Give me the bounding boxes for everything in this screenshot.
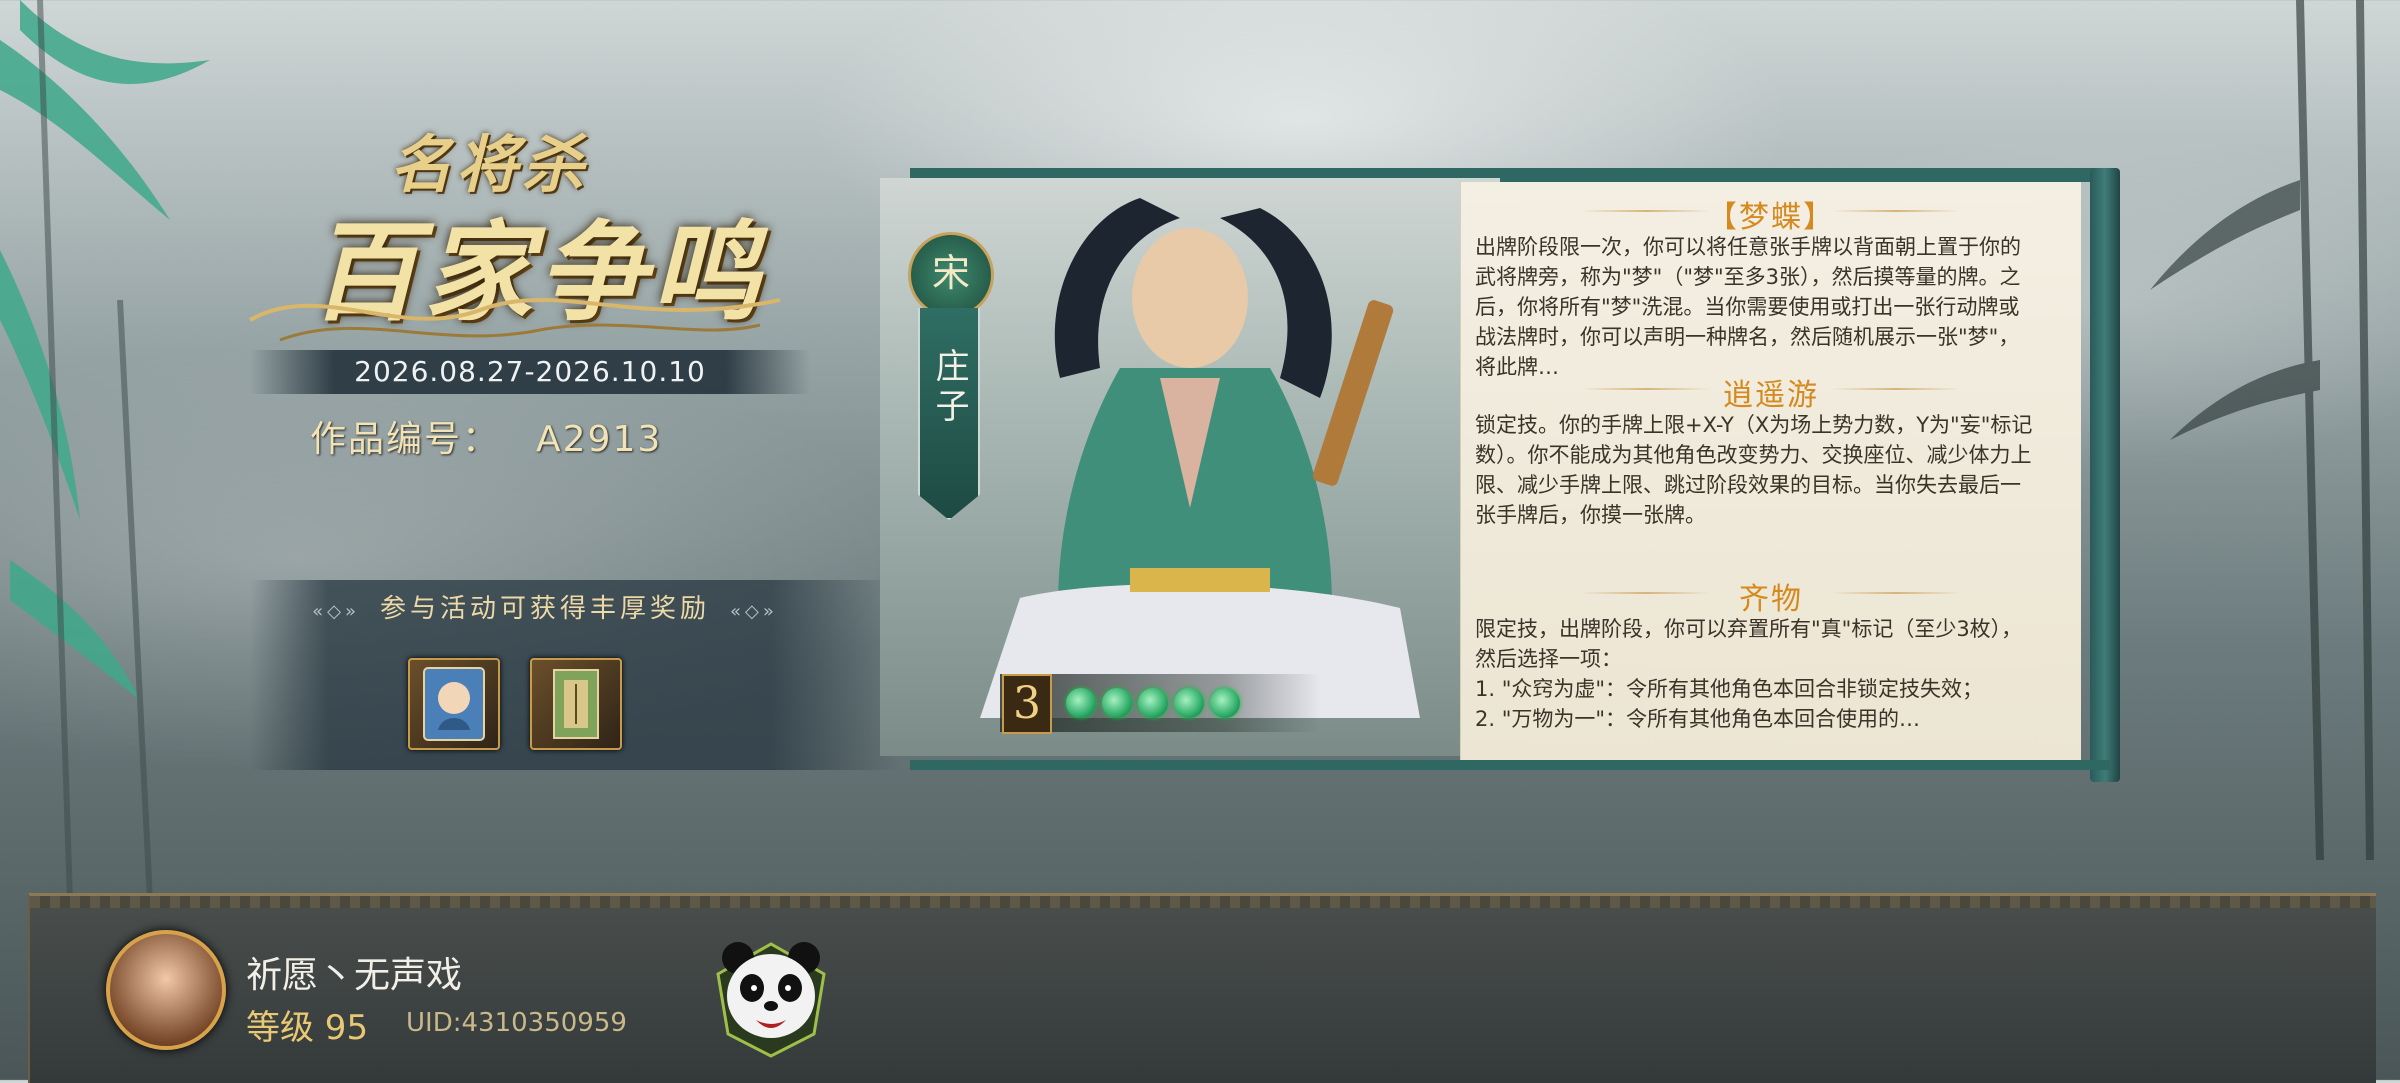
- faction-badge: 宋: [908, 232, 994, 318]
- skill-body-3: 限定技，出牌阶段，你可以弃置所有"真"标记（至少3枚），然后选择一项： 1. "…: [1475, 617, 2023, 731]
- work-id-row: 作品编号： A2913: [310, 410, 662, 462]
- right-ornament-icon: «◇»: [730, 601, 778, 622]
- reward-character-card[interactable]: [408, 658, 500, 750]
- player-avatar[interactable]: [106, 930, 226, 1050]
- event-date-range: 2026.08.27-2026.10.10: [250, 350, 810, 394]
- reward-title: 参与活动可获得丰厚奖励: [379, 594, 710, 624]
- hp-value: 3: [1002, 674, 1052, 734]
- scroll-icon: [553, 669, 599, 739]
- bar-pattern: [30, 896, 2376, 908]
- skill-body-1: 出牌阶段限一次，你可以将任意张手牌以背面朝上置于你的武将牌旁，称为"梦"（"梦"…: [1475, 235, 2021, 379]
- work-id-value: A2913: [536, 419, 663, 460]
- skill-title-1: 【梦蝶】: [1707, 200, 1835, 235]
- jade-icon: [1138, 688, 1168, 718]
- reward-scroll-item[interactable]: [530, 658, 622, 750]
- skill-description-panel: 【梦蝶】 出牌阶段限一次，你可以将任意张手牌以背面朝上置于你的武将牌旁，称为"梦…: [1460, 182, 2081, 760]
- player-uid: UID:4310350959: [406, 1008, 627, 1038]
- reward-title-row: «◇» 参与活动可获得丰厚奖励 «◇»: [250, 588, 840, 625]
- card-bottom-frame: [910, 760, 2110, 770]
- jade-icon: [1066, 688, 1096, 718]
- character-card[interactable]: 宋 庄子 3 【梦蝶】 出牌阶段限一次，你可以将任意张手牌以背面朝上置于你的武将…: [880, 168, 2140, 782]
- work-id-label: 作品编号：: [310, 419, 501, 460]
- name-banner: 庄子: [918, 308, 980, 520]
- event-logo: 名将杀 百家争鸣: [230, 110, 850, 350]
- logo-cloud-swirl: [249, 298, 781, 342]
- skill-body-2: 锁定技。你的手牌上限+X-Y（X为场上势力数，Y为"妄"标记数）。你不能成为其他…: [1475, 413, 2033, 527]
- player-info-bar: 祈愿丶无声戏 等级 95 UID:4310350959: [28, 893, 2376, 1083]
- scroll-roller: [2090, 168, 2120, 782]
- jade-icon: [1210, 688, 1240, 718]
- character-card-icon: [423, 667, 485, 741]
- player-level: 等级 95: [246, 1008, 369, 1048]
- player-name: 祈愿丶无声戏: [246, 955, 463, 996]
- skill-title-2: 逍遥游: [1723, 378, 1819, 413]
- left-ornament-icon: «◇»: [312, 601, 360, 622]
- character-portrait: 宋 庄子 3: [880, 178, 1500, 756]
- reward-panel: «◇» 参与活动可获得丰厚奖励 «◇»: [250, 580, 900, 770]
- jade-icon: [1102, 688, 1132, 718]
- jade-icon: [1174, 688, 1204, 718]
- panda-emblem-icon[interactable]: [708, 924, 834, 1064]
- character-name: 庄子: [929, 348, 969, 428]
- skill-title-3: 齐物: [1739, 582, 1803, 617]
- event-logo-block: 名将杀 百家争鸣 2026.08.27-2026.10.10 作品编号： A291…: [230, 110, 850, 470]
- hp-bar: 3: [1000, 674, 1320, 734]
